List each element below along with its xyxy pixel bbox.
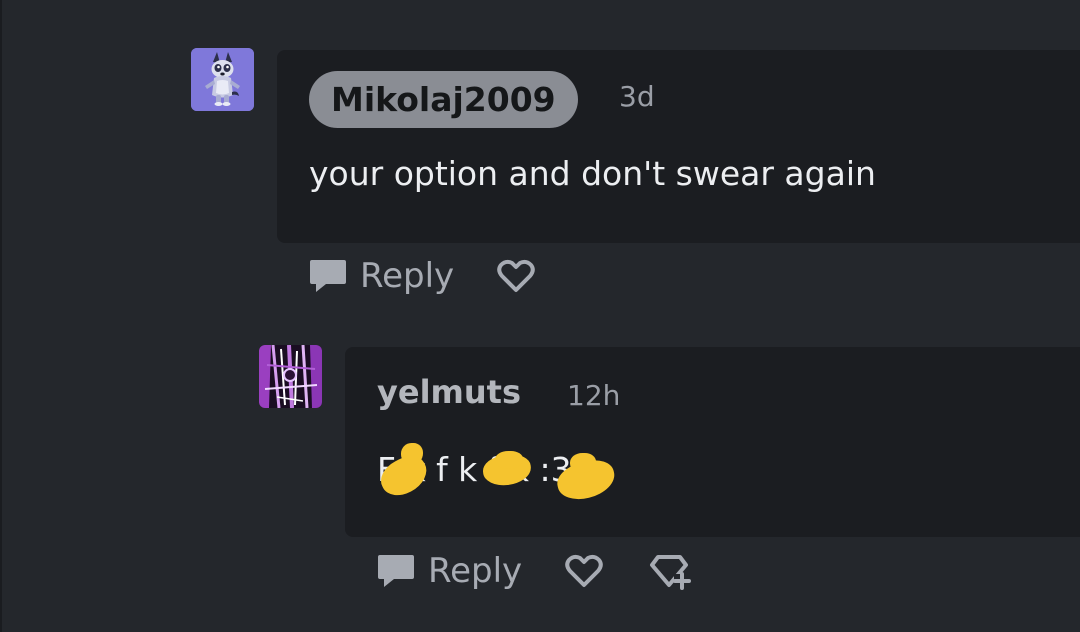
avatar[interactable] (191, 48, 254, 111)
reply-label: Reply (428, 551, 523, 591)
heart-outline-icon (564, 553, 604, 589)
username[interactable]: yelmuts (377, 373, 521, 411)
speech-bubble-icon (308, 257, 348, 295)
award-add-icon (648, 552, 692, 590)
reply-label: Reply (360, 256, 455, 296)
bluey-character-avatar (191, 48, 254, 111)
timestamp: 12h (567, 379, 621, 412)
comment-actions: Reply (376, 551, 692, 591)
speech-bubble-icon (376, 552, 416, 590)
reply-button[interactable]: Reply (376, 551, 522, 591)
timestamp: 3d (619, 80, 655, 113)
left-divider (0, 0, 2, 632)
comment-actions: Reply (308, 256, 536, 296)
heart-outline-icon (496, 258, 536, 294)
username-badge[interactable]: Mikolaj2009 (309, 71, 578, 128)
award-button[interactable] (648, 552, 692, 590)
like-button[interactable] (496, 258, 536, 294)
like-button[interactable] (564, 553, 604, 589)
comment-bubble: yelmuts 12h F k f k f k :3 (345, 347, 1080, 537)
comment-bubble: Mikolaj2009 3d your option and don't swe… (277, 50, 1080, 243)
avatar[interactable] (259, 345, 322, 408)
purple-dark-art-avatar (259, 345, 322, 408)
comment-text: your option and don't swear again (309, 154, 876, 193)
reply-button[interactable]: Reply (308, 256, 454, 296)
